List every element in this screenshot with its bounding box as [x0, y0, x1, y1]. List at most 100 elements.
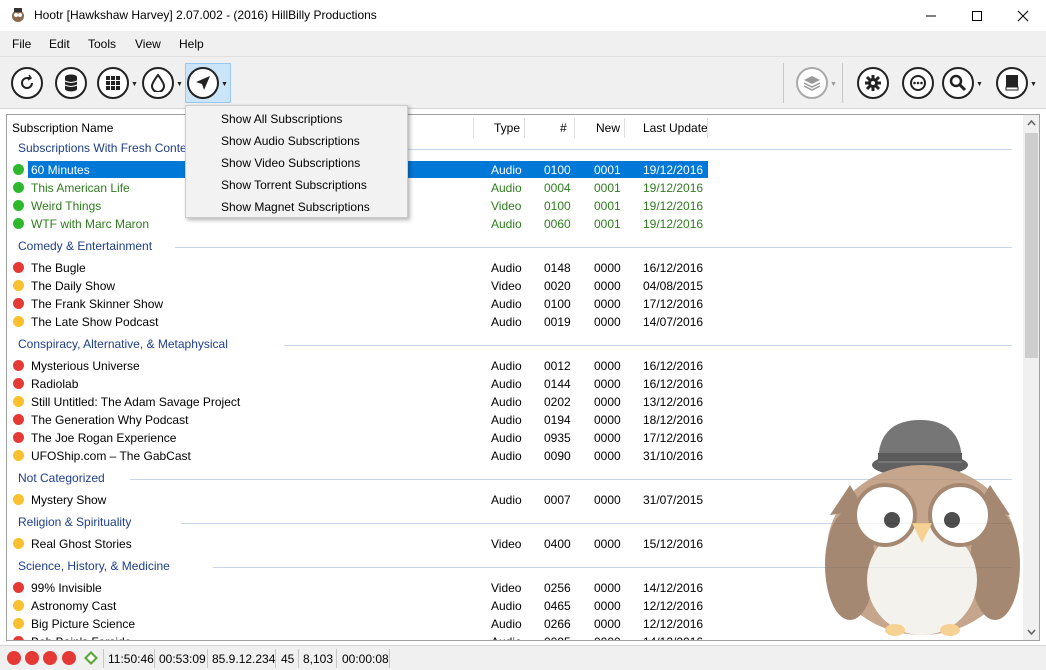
settings-button[interactable]	[857, 67, 889, 99]
subscription-name: Big Picture Science	[31, 617, 136, 631]
chevron-down-icon[interactable]: ▼	[131, 81, 138, 88]
list-item[interactable]: Weird Things Video 0100 0001 19/12/2016	[7, 197, 1017, 215]
close-button[interactable]	[1000, 0, 1046, 31]
menu-item-show-all[interactable]: Show All Subscriptions	[221, 112, 342, 126]
status-dot-icon	[13, 494, 24, 505]
status-dot-icon	[13, 636, 24, 640]
menu-edit[interactable]: Edit	[49, 37, 70, 51]
subscription-num: 0060	[544, 217, 571, 231]
subscription-new: 0000	[594, 261, 621, 275]
group-header[interactable]: Comedy & Entertainment	[18, 239, 152, 253]
subscription-new: 0000	[594, 635, 621, 640]
group-divider	[283, 345, 1012, 346]
column-header-num[interactable]: #	[560, 115, 567, 139]
chevron-down-icon[interactable]: ▼	[176, 81, 183, 88]
database-button[interactable]	[55, 67, 87, 99]
list-item[interactable]: The Frank Skinner Show Audio 0100 0000 17/12…	[7, 295, 1017, 313]
group-header[interactable]: Not Categorized	[18, 471, 105, 485]
menu-item-show-video[interactable]: Show Video Subscriptions	[221, 156, 360, 170]
subscription-date: 15/12/2016	[643, 537, 704, 551]
subscription-type: Audio	[491, 297, 522, 311]
subscription-new: 0000	[594, 359, 621, 373]
column-header-last-update[interactable]: Last Update	[643, 115, 708, 139]
chevron-down-icon[interactable]: ▼	[976, 81, 983, 88]
status-dot-icon	[13, 218, 24, 229]
menu-view[interactable]: View	[135, 37, 161, 51]
chevron-down-icon[interactable]: ▼	[1030, 81, 1037, 88]
group-header[interactable]: Subscriptions With Fresh Content	[18, 141, 197, 155]
group-header[interactable]: Religion & Spirituality	[18, 515, 131, 529]
subscription-num: 0935	[544, 431, 571, 445]
menu-item-show-torrent[interactable]: Show Torrent Subscriptions	[221, 178, 367, 192]
column-separator	[707, 118, 708, 138]
toolbar: ▼ ▼ ▼ ▼ ▼ ▼	[0, 57, 1046, 109]
group-header[interactable]: Conspiracy, Alternative, & Metaphysical	[18, 337, 228, 351]
status-light-icon	[25, 651, 39, 665]
list-item[interactable]: The Bugle Audio 0148 0000 16/12/2016	[7, 259, 1017, 277]
menu-help[interactable]: Help	[179, 37, 204, 51]
status-dot-icon	[13, 298, 24, 309]
menu-item-show-audio[interactable]: Show Audio Subscriptions	[221, 134, 360, 148]
vertical-scrollbar[interactable]	[1023, 115, 1040, 640]
chat-button[interactable]	[902, 67, 934, 99]
list-item[interactable]: Mysterious Universe Audio 0012 0000 16/12/20…	[7, 357, 1017, 375]
grid-button[interactable]	[97, 67, 129, 99]
drop-button[interactable]	[142, 67, 174, 99]
refresh-button[interactable]	[11, 67, 43, 99]
subscription-name: The Frank Skinner Show	[31, 297, 164, 311]
maximize-button[interactable]	[954, 0, 1000, 31]
status-time: 11:50:46	[108, 652, 154, 666]
list-item[interactable]: The Late Show Podcast Audio 0019 0000 14/07/…	[7, 313, 1017, 331]
status-separator	[298, 649, 299, 668]
scroll-down-icon[interactable]	[1023, 623, 1040, 640]
status-dot-icon	[13, 280, 24, 291]
column-header-new[interactable]: New	[596, 115, 620, 139]
menu-tools[interactable]: Tools	[88, 37, 116, 51]
subscription-date: 13/12/2016	[643, 395, 704, 409]
list-item[interactable]: This American Life Audio 0004 0001 19/12/201…	[7, 179, 1017, 197]
book-button[interactable]	[996, 67, 1028, 99]
scroll-up-icon[interactable]	[1023, 115, 1040, 132]
list-item[interactable]: Still Untitled: The Adam Savage Project A…	[7, 393, 1017, 411]
status-dot-icon	[13, 164, 24, 175]
column-header-name[interactable]: Subscription Name	[12, 115, 113, 139]
navigate-button[interactable]	[187, 67, 219, 99]
search-button[interactable]	[942, 67, 974, 99]
subscription-date: 04/08/2015	[643, 279, 704, 293]
subscription-num: 0007	[544, 493, 571, 507]
subscription-type: Audio	[491, 163, 522, 177]
subscription-date: 19/12/2016	[643, 217, 704, 231]
subscription-new: 0000	[594, 537, 621, 551]
subscription-num: 0400	[544, 537, 571, 551]
subscription-type: Video	[491, 199, 522, 213]
minimize-button[interactable]	[908, 0, 954, 31]
subscription-date: 19/12/2016	[643, 181, 704, 195]
subscription-name: 60 Minutes	[31, 163, 90, 177]
list-item[interactable]: The Daily Show Video 0020 0000 04/08/2015	[7, 277, 1017, 295]
subscription-type: Audio	[491, 449, 522, 463]
menu-file[interactable]: File	[12, 37, 31, 51]
subscription-type: Audio	[491, 181, 522, 195]
status-dot-icon	[13, 582, 24, 593]
list-item[interactable]: WTF with Marc Maron Audio 0060 0001 19/12/20…	[7, 215, 1017, 233]
chevron-down-icon[interactable]: ▼	[830, 81, 837, 88]
list-item[interactable]: 60 Minutes Audio 0100 0001 19/12/2016	[7, 161, 1017, 179]
subscription-name: Mysterious Universe	[31, 359, 140, 373]
subscription-date: 12/12/2016	[643, 599, 704, 613]
group-header[interactable]: Science, History, & Medicine	[18, 559, 170, 573]
owl-mascot-image	[825, 420, 1020, 636]
subscription-name: The Bugle	[31, 261, 86, 275]
subscription-num: 0194	[544, 413, 571, 427]
list-item[interactable]: Radiolab Audio 0144 0000 16/12/2016	[7, 375, 1017, 393]
column-separator	[624, 118, 625, 138]
subscription-filter-menu: Show All Subscriptions Show Audio Subscr…	[185, 105, 408, 218]
scroll-thumb[interactable]	[1025, 133, 1038, 358]
menu-item-show-magnet[interactable]: Show Magnet Subscriptions	[221, 200, 370, 214]
column-header-type[interactable]: Type	[494, 115, 520, 139]
status-separator	[389, 649, 390, 668]
layers-button[interactable]	[796, 67, 828, 99]
chevron-down-icon[interactable]: ▼	[221, 81, 228, 88]
subscription-new: 0001	[594, 163, 621, 177]
column-separator	[524, 118, 525, 138]
status-dot-icon	[13, 378, 24, 389]
